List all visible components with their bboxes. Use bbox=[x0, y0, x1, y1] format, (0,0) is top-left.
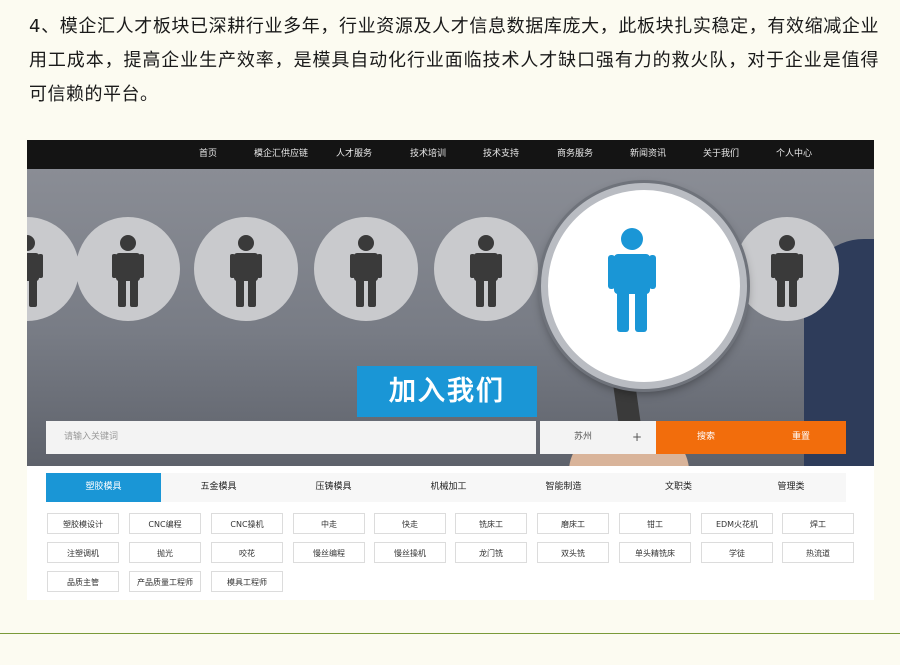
tab-machining[interactable]: 机械加工 bbox=[391, 473, 506, 502]
nav-item-training[interactable]: 技术培训 bbox=[410, 140, 446, 169]
person-icon bbox=[608, 228, 656, 332]
city-label: 苏州 bbox=[574, 432, 593, 442]
tab-clerical[interactable]: 文职类 bbox=[621, 473, 736, 502]
nav-item-home[interactable]: 首页 bbox=[199, 140, 217, 169]
search-input[interactable]: 请输入关键词 bbox=[46, 421, 536, 454]
divider bbox=[0, 633, 900, 634]
job-tag[interactable]: 快走 bbox=[374, 513, 446, 534]
nav-item-business[interactable]: 商务服务 bbox=[557, 140, 593, 169]
job-tag[interactable]: 塑胶模设计 bbox=[47, 513, 119, 534]
job-tag[interactable]: 中走 bbox=[293, 513, 365, 534]
job-tag[interactable]: 铣床工 bbox=[455, 513, 527, 534]
join-us-banner[interactable]: 加入我们 bbox=[357, 366, 537, 417]
search-button-group: 搜索 重置 bbox=[656, 421, 846, 454]
category-tabs: 塑胶模具 五金模具 压铸模具 机械加工 智能制造 文职类 管理类 bbox=[46, 473, 846, 502]
person-icon bbox=[350, 235, 382, 307]
person-icon bbox=[230, 235, 262, 307]
search-bar: 请输入关键词 苏州 + 搜索 重置 bbox=[46, 421, 846, 454]
job-tag[interactable]: CNC编程 bbox=[129, 513, 201, 534]
person-icon bbox=[470, 235, 502, 307]
job-tag[interactable]: 学徒 bbox=[701, 542, 773, 563]
job-tag[interactable]: 磨床工 bbox=[537, 513, 609, 534]
job-tag[interactable]: 咬花 bbox=[211, 542, 283, 563]
website-screenshot: 首页 模企汇供应链 人才服务 技术培训 技术支持 商务服务 新闻资讯 关于我们 … bbox=[27, 140, 874, 600]
magnifier-icon bbox=[541, 183, 747, 389]
person-circle bbox=[27, 217, 79, 321]
nav-item-account[interactable]: 个人中心 bbox=[776, 140, 812, 169]
person-circle bbox=[434, 217, 538, 321]
nav-item-talent[interactable]: 人才服务 bbox=[336, 140, 372, 169]
city-select[interactable]: 苏州 + bbox=[540, 421, 656, 454]
nav-item-news[interactable]: 新闻资讯 bbox=[630, 140, 666, 169]
top-nav: 首页 模企汇供应链 人才服务 技术培训 技术支持 商务服务 新闻资讯 关于我们 … bbox=[27, 140, 874, 169]
nav-item-supply-chain[interactable]: 模企汇供应链 bbox=[254, 140, 308, 169]
hero-banner: 加入我们 请输入关键词 苏州 + 搜索 重置 bbox=[27, 169, 874, 466]
job-tag[interactable]: 品质主管 bbox=[47, 571, 119, 592]
job-tag[interactable]: CNC操机 bbox=[211, 513, 283, 534]
person-icon bbox=[112, 235, 144, 307]
tab-plastic-mold[interactable]: 塑胶模具 bbox=[46, 473, 161, 502]
person-circle bbox=[314, 217, 418, 321]
person-circle bbox=[735, 217, 839, 321]
tab-die-cast-mold[interactable]: 压铸模具 bbox=[276, 473, 391, 502]
search-button[interactable]: 搜索 bbox=[697, 421, 715, 454]
nav-item-support[interactable]: 技术支持 bbox=[483, 140, 519, 169]
plus-icon: + bbox=[632, 430, 643, 444]
job-tag[interactable]: 钳工 bbox=[619, 513, 691, 534]
job-tag[interactable]: EDM火花机 bbox=[701, 513, 773, 534]
person-circle bbox=[76, 217, 180, 321]
job-tag[interactable]: 抛光 bbox=[129, 542, 201, 563]
job-tag[interactable]: 产品质量工程师 bbox=[129, 571, 201, 592]
job-tag[interactable]: 模具工程师 bbox=[211, 571, 283, 592]
tab-metal-mold[interactable]: 五金模具 bbox=[161, 473, 276, 502]
job-tag[interactable]: 注塑调机 bbox=[47, 542, 119, 563]
nav-item-about[interactable]: 关于我们 bbox=[703, 140, 739, 169]
job-tag[interactable]: 慢丝操机 bbox=[374, 542, 446, 563]
person-circle bbox=[194, 217, 298, 321]
person-icon bbox=[27, 235, 43, 307]
tab-management[interactable]: 管理类 bbox=[736, 473, 846, 502]
job-tag[interactable]: 双头铣 bbox=[537, 542, 609, 563]
job-tag[interactable]: 单头精铣床 bbox=[619, 542, 691, 563]
job-tag[interactable]: 热流道 bbox=[782, 542, 854, 563]
person-icon bbox=[771, 235, 803, 307]
job-tag[interactable]: 慢丝编程 bbox=[293, 542, 365, 563]
tab-smart-manufacturing[interactable]: 智能制造 bbox=[506, 473, 621, 502]
reset-button[interactable]: 重置 bbox=[792, 421, 810, 454]
job-tag[interactable]: 焊工 bbox=[782, 513, 854, 534]
intro-paragraph: 4、模企汇人才板块已深耕行业多年，行业资源及人才信息数据库庞大，此板块扎实稳定，… bbox=[29, 16, 879, 105]
job-tag[interactable]: 龙门铣 bbox=[455, 542, 527, 563]
